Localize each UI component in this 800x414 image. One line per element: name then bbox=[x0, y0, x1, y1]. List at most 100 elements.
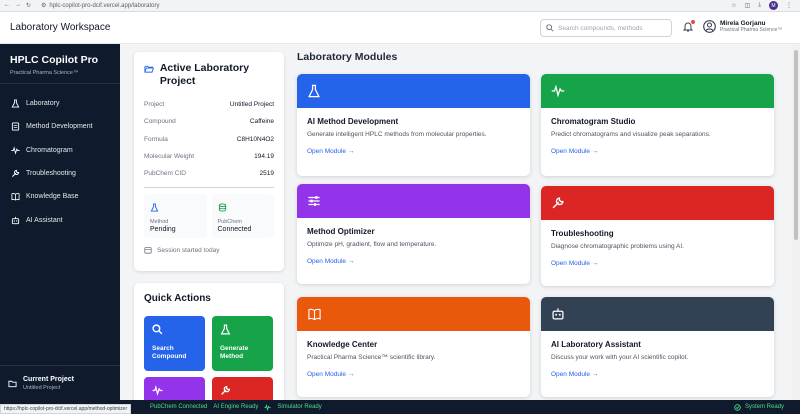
flask-icon bbox=[11, 99, 20, 108]
sidebar-item-laboratory[interactable]: Laboratory bbox=[0, 92, 120, 115]
ai-engine-status-text: AI Engine Ready bbox=[213, 404, 259, 410]
reload-icon[interactable]: ↻ bbox=[26, 2, 31, 9]
module-card-method-optimizer[interactable]: Method Optimizer Optimize pH, gradient, … bbox=[297, 184, 530, 284]
sidebar-item-label: Troubleshooting bbox=[26, 170, 76, 178]
module-desc: Diagnose chromatographic problems using … bbox=[551, 243, 684, 250]
folder-icon bbox=[8, 380, 17, 387]
module-card-troubleshooting[interactable]: Troubleshooting Diagnose chromatographic… bbox=[541, 186, 774, 286]
module-card-ai-laboratory-assistant[interactable]: AI Laboratory Assistant Discuss your wor… bbox=[541, 297, 774, 397]
sidebar-item-label: Method Development bbox=[26, 123, 93, 131]
row-key: Molecular Weight bbox=[144, 153, 195, 161]
module-card-knowledge-center[interactable]: Knowledge Center Practical Pharma Scienc… bbox=[297, 297, 530, 397]
generate-method-label: Generate Method bbox=[220, 345, 249, 360]
notifications-button[interactable] bbox=[682, 20, 695, 35]
open-module-link[interactable]: Open Module → bbox=[297, 248, 530, 265]
download-icon[interactable]: ⤓ bbox=[758, 2, 761, 9]
sidebar-item-label: AI Assistant bbox=[26, 216, 63, 224]
project-row: Molecular Weight 194.19 bbox=[134, 148, 284, 165]
browser-toolbar: ← → ↻ ⚙ hplc-copilot-pro-dcif.vercel.app… bbox=[0, 0, 800, 12]
row-key: Project bbox=[144, 101, 165, 109]
module-desc: Optimize pH, gradient, flow and temperat… bbox=[307, 241, 437, 248]
modules-title: Laboratory Modules bbox=[297, 51, 398, 63]
link-hover-url: https://hplc-copilot-pro-dcif.vercel.app… bbox=[0, 404, 132, 414]
wrench-icon bbox=[11, 169, 20, 178]
document-icon bbox=[11, 122, 20, 131]
search-compound-button[interactable]: Search Compound bbox=[144, 316, 205, 371]
wrench-icon bbox=[552, 197, 564, 209]
row-value: Caffeine bbox=[249, 118, 274, 126]
scrollbar-thumb[interactable] bbox=[794, 50, 798, 240]
row-key: Formula bbox=[144, 135, 168, 143]
sidebar-item-chromatogram[interactable]: Chromatogram bbox=[0, 139, 120, 162]
module-band bbox=[297, 184, 530, 218]
sidebar-item-knowledge-base[interactable]: Knowledge Base bbox=[0, 185, 120, 208]
extensions-icon[interactable]: ◫ bbox=[745, 2, 751, 9]
row-value: C8H10N4O2 bbox=[236, 135, 274, 143]
module-title: Troubleshooting bbox=[551, 229, 614, 238]
module-title: AI Method Development bbox=[307, 117, 399, 126]
open-module-link[interactable]: Open Module → bbox=[297, 138, 530, 155]
app-header: Laboratory Workspace Search compounds, m… bbox=[0, 12, 800, 44]
robot-icon bbox=[552, 308, 564, 320]
module-title: Method Optimizer bbox=[307, 227, 375, 236]
module-card-chromatogram-studio[interactable]: Chromatogram Studio Predict chromatogram… bbox=[541, 74, 774, 176]
user-avatar-icon bbox=[703, 20, 716, 33]
row-key: PubChem CID bbox=[144, 170, 186, 178]
page-scrollbar[interactable] bbox=[792, 44, 800, 400]
simulator-status-text: Simulator Ready bbox=[277, 404, 322, 410]
search-icon bbox=[152, 324, 163, 335]
user-name: Mirela Gorjanu bbox=[720, 20, 766, 27]
row-value: 2519 bbox=[259, 170, 274, 178]
generate-method-button[interactable]: Generate Method bbox=[212, 316, 273, 371]
open-module-link[interactable]: Open Module → bbox=[297, 361, 530, 378]
wrench-icon bbox=[221, 385, 231, 395]
waveform-icon bbox=[264, 403, 272, 411]
address-bar[interactable]: ⚙ hplc-copilot-pro-dcif.vercel.app/labor… bbox=[41, 2, 159, 10]
search-placeholder: Search compounds, methods bbox=[558, 24, 643, 32]
open-module-link[interactable]: Open Module → bbox=[541, 250, 774, 267]
calendar-icon bbox=[144, 247, 152, 255]
project-row: PubChem CID 2519 bbox=[134, 165, 284, 182]
module-band bbox=[541, 74, 774, 108]
menu-icon[interactable]: ⋮ bbox=[786, 2, 792, 9]
divider bbox=[144, 187, 274, 189]
waveform-icon bbox=[551, 84, 565, 98]
search-icon bbox=[546, 24, 554, 32]
quick-actions-title: Quick Actions bbox=[144, 293, 211, 304]
brand: HPLC Copilot Pro Practical Pharma Scienc… bbox=[0, 44, 120, 84]
sidebar-nav: Laboratory Method Development Chromatogr… bbox=[0, 84, 120, 232]
profile-avatar[interactable]: M bbox=[769, 1, 778, 10]
notification-dot bbox=[691, 20, 695, 24]
module-desc: Discuss your work with your AI scientifi… bbox=[551, 354, 689, 361]
method-status: Method Pending bbox=[144, 194, 207, 239]
search-input[interactable]: Search compounds, methods bbox=[540, 19, 672, 37]
sidebar-item-ai-assistant[interactable]: AI Assistant bbox=[0, 208, 120, 231]
sidebar-item-troubleshooting[interactable]: Troubleshooting bbox=[0, 162, 120, 185]
forward-icon[interactable]: → bbox=[15, 2, 21, 9]
page-title: Laboratory Workspace bbox=[10, 22, 111, 33]
waveform-icon bbox=[152, 385, 163, 396]
check-circle-icon bbox=[734, 403, 741, 411]
current-project[interactable]: Current Project Untitled Project bbox=[0, 365, 120, 400]
waveform-icon bbox=[11, 145, 20, 155]
robot-icon bbox=[11, 216, 20, 224]
user-menu[interactable]: Mirela Gorjanu Practical Pharma Science™ bbox=[703, 20, 782, 33]
folder-open-icon bbox=[144, 65, 154, 73]
pubchem-status-text: PubChem Connected bbox=[150, 404, 208, 410]
sidebar-item-label: Laboratory bbox=[26, 100, 60, 108]
module-card-ai-method-development[interactable]: AI Method Development Generate intellige… bbox=[297, 74, 530, 176]
sliders-icon bbox=[308, 196, 320, 206]
open-module-link[interactable]: Open Module → bbox=[541, 138, 774, 155]
site-info-icon[interactable]: ⚙ bbox=[41, 2, 46, 9]
bookmark-star-icon[interactable]: ☆ bbox=[731, 2, 736, 9]
module-title: AI Laboratory Assistant bbox=[551, 340, 641, 349]
current-project-value: Untitled Project bbox=[23, 384, 61, 391]
back-icon[interactable]: ← bbox=[4, 2, 10, 9]
brand-name: HPLC Copilot Pro bbox=[10, 54, 99, 66]
flask-icon bbox=[308, 84, 320, 98]
quick-actions-card: Quick Actions Search Compound Generate M… bbox=[134, 283, 284, 407]
sidebar-item-method-development[interactable]: Method Development bbox=[0, 115, 120, 138]
method-value: Pending bbox=[150, 226, 176, 234]
database-icon bbox=[218, 203, 226, 213]
open-module-link[interactable]: Open Module → bbox=[541, 361, 774, 378]
